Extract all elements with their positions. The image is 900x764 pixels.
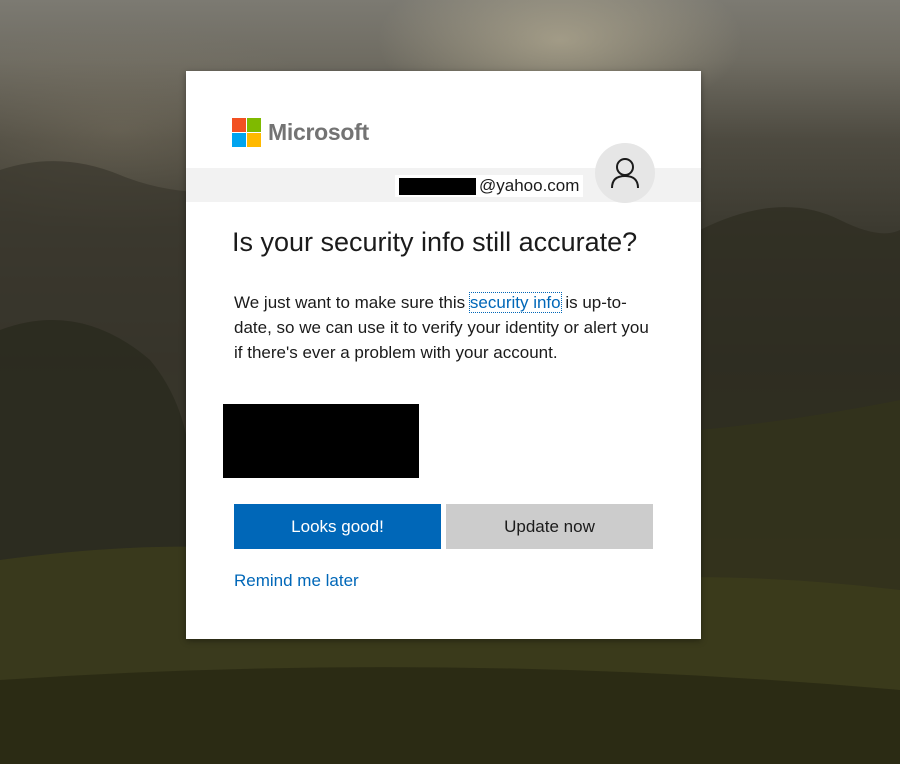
description-text-start: We just want to make sure this bbox=[234, 293, 470, 312]
microsoft-logo-text: Microsoft bbox=[268, 119, 369, 145]
account-email: @yahoo.com bbox=[395, 175, 584, 197]
security-info-dialog: Microsoft @yahoo.com Is your security in… bbox=[186, 71, 701, 639]
remind-me-later-link[interactable]: Remind me later bbox=[234, 571, 359, 591]
redacted-username bbox=[399, 177, 476, 195]
redacted-security-info bbox=[223, 404, 419, 478]
dialog-description: We just want to make sure this security … bbox=[234, 290, 658, 365]
security-info-link[interactable]: security info bbox=[468, 292, 562, 313]
email-domain: @yahoo.com bbox=[479, 176, 580, 195]
user-icon bbox=[611, 158, 639, 189]
update-now-button[interactable]: Update now bbox=[446, 504, 653, 549]
looks-good-button[interactable]: Looks good! bbox=[234, 504, 441, 549]
user-avatar bbox=[595, 143, 655, 203]
microsoft-logo: Microsoft bbox=[232, 118, 369, 147]
microsoft-logo-icon bbox=[232, 118, 261, 147]
page-title: Is your security info still accurate? bbox=[232, 227, 638, 257]
